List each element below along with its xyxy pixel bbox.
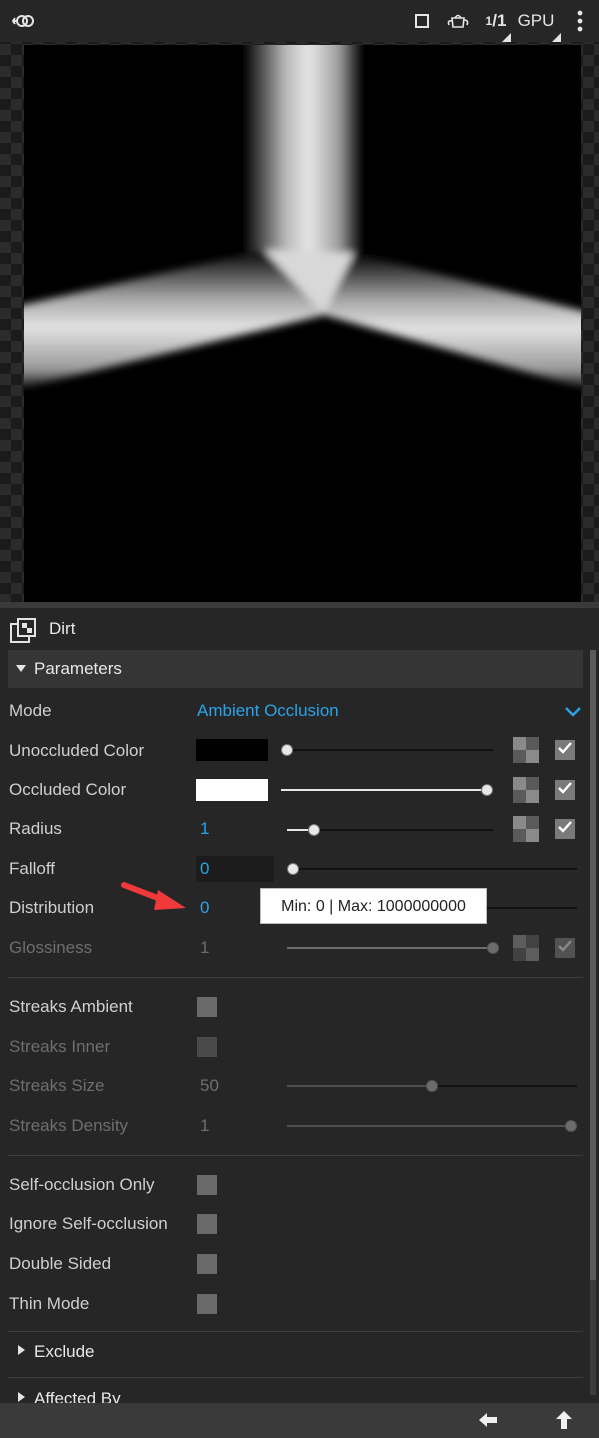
unoccluded-color-slider[interactable] <box>287 749 493 751</box>
self-occlusion-only-checkbox[interactable] <box>197 1175 217 1195</box>
separator <box>8 977 583 978</box>
streaks-density-label: Streaks Density <box>9 1116 129 1135</box>
separator <box>8 1331 583 1332</box>
section-title: Exclude <box>34 1342 95 1361</box>
radius-label: Radius <box>9 819 62 838</box>
thin-mode-checkbox[interactable] <box>197 1294 217 1314</box>
self-occlusion-only-label: Self-occlusion Only <box>9 1175 155 1194</box>
bottom-bar <box>0 1403 599 1438</box>
scale-denominator: 1 <box>496 11 507 30</box>
checkmark-icon <box>557 938 573 958</box>
collapse-triangle-icon <box>18 1392 25 1402</box>
occluded-color-slider[interactable] <box>281 789 487 791</box>
occluded-color-checkbox[interactable] <box>555 780 575 800</box>
mode-label: Mode <box>9 701 52 720</box>
unoccluded-color-swatch[interactable] <box>196 739 268 761</box>
checkmark-icon <box>557 819 573 839</box>
radius-value[interactable]: 1 <box>200 817 209 841</box>
falloff-value: 0 <box>200 859 210 878</box>
checkmark-icon <box>557 780 573 800</box>
annotation-arrow-icon <box>118 878 190 914</box>
texture-icon[interactable] <box>513 816 539 842</box>
ignore-self-occlusion-checkbox[interactable] <box>197 1214 217 1234</box>
unoccluded-color-checkbox[interactable] <box>555 740 575 760</box>
glossiness-checkbox[interactable] <box>555 938 575 958</box>
double-sided-checkbox[interactable] <box>197 1254 217 1274</box>
affected-by-section-header[interactable]: Affected By <box>8 1383 583 1403</box>
glossiness-slider-thumb[interactable] <box>487 942 499 954</box>
glossiness-value[interactable]: 1 <box>200 936 209 960</box>
texture-icon[interactable] <box>513 777 539 803</box>
mode-dropdown[interactable]: Ambient Occlusion <box>197 699 339 723</box>
device-label: GPU <box>517 11 555 30</box>
falloff-slider[interactable] <box>293 868 577 870</box>
occluded-color-label: Occluded Color <box>9 780 127 799</box>
streaks-size-label: Streaks Size <box>9 1076 105 1095</box>
streaks-density-slider-thumb[interactable] <box>565 1120 577 1132</box>
streaks-inner-label: Streaks Inner <box>9 1037 111 1056</box>
texture-icon[interactable] <box>513 935 539 961</box>
ignore-self-occlusion-label: Ignore Self-occlusion <box>9 1214 168 1233</box>
scrollbar-thumb[interactable] <box>590 650 596 1280</box>
node-link-icon[interactable] <box>10 6 38 36</box>
glossiness-slider[interactable] <box>287 947 493 949</box>
distribution-value[interactable]: 0 <box>200 896 209 920</box>
section-title: Parameters <box>34 659 122 678</box>
node-title: Dirt <box>49 619 76 638</box>
radius-checkbox[interactable] <box>555 819 575 839</box>
scale-dropdown-corner-icon <box>502 33 511 42</box>
streaks-size-value[interactable]: 50 <box>200 1074 219 1098</box>
teapot-icon[interactable] <box>444 6 472 36</box>
thin-mode-label: Thin Mode <box>9 1294 90 1313</box>
distribution-label: Distribution <box>9 898 95 917</box>
falloff-label: Falloff <box>9 859 55 878</box>
preview-toolbar: 1/1 GPU <box>0 0 599 42</box>
streaks-ambient-checkbox[interactable] <box>197 997 217 1017</box>
texture-icon[interactable] <box>513 737 539 763</box>
falloff-slider-thumb[interactable] <box>287 863 299 875</box>
texture-icon <box>10 618 36 644</box>
falloff-input[interactable]: 0 <box>196 856 274 882</box>
range-tooltip: Min: 0 | Max: 1000000000 <box>260 888 487 924</box>
streaks-density-slider[interactable] <box>287 1125 577 1127</box>
region-icon[interactable] <box>409 6 435 36</box>
occluded-color-swatch[interactable] <box>196 779 268 801</box>
device-selector[interactable]: GPU <box>517 6 555 36</box>
section-title: Affected By <box>34 1389 121 1403</box>
streaks-inner-checkbox[interactable] <box>197 1037 217 1057</box>
arrow-left-icon[interactable] <box>477 1411 501 1431</box>
arrow-up-icon[interactable] <box>554 1410 576 1432</box>
exclude-section-header[interactable]: Exclude <box>8 1336 583 1368</box>
occluded-color-slider-thumb[interactable] <box>481 784 493 796</box>
radius-slider-thumb[interactable] <box>308 824 320 836</box>
streaks-ambient-label: Streaks Ambient <box>9 997 133 1016</box>
streaks-size-slider-thumb[interactable] <box>426 1080 438 1092</box>
scale-selector[interactable]: 1/1 <box>481 6 511 36</box>
expand-triangle-icon <box>16 665 26 672</box>
unoccluded-color-slider-thumb[interactable] <box>281 744 293 756</box>
chevron-down-icon[interactable] <box>563 704 583 718</box>
more-vert-icon[interactable] <box>570 6 590 36</box>
streaks-density-value[interactable]: 1 <box>200 1114 209 1138</box>
node-header: Dirt <box>0 608 599 650</box>
checkmark-icon <box>557 740 573 760</box>
render-preview-image <box>24 45 581 602</box>
separator <box>8 1155 583 1156</box>
device-dropdown-corner-icon <box>552 33 561 42</box>
collapse-triangle-icon <box>18 1345 25 1355</box>
parameters-section-header[interactable]: Parameters <box>8 650 583 688</box>
glossiness-label: Glossiness <box>9 938 93 957</box>
unoccluded-color-label: Unoccluded Color <box>9 741 145 760</box>
separator <box>8 1377 583 1378</box>
scale-numerator: 1 <box>485 14 493 28</box>
double-sided-label: Double Sided <box>9 1254 112 1273</box>
